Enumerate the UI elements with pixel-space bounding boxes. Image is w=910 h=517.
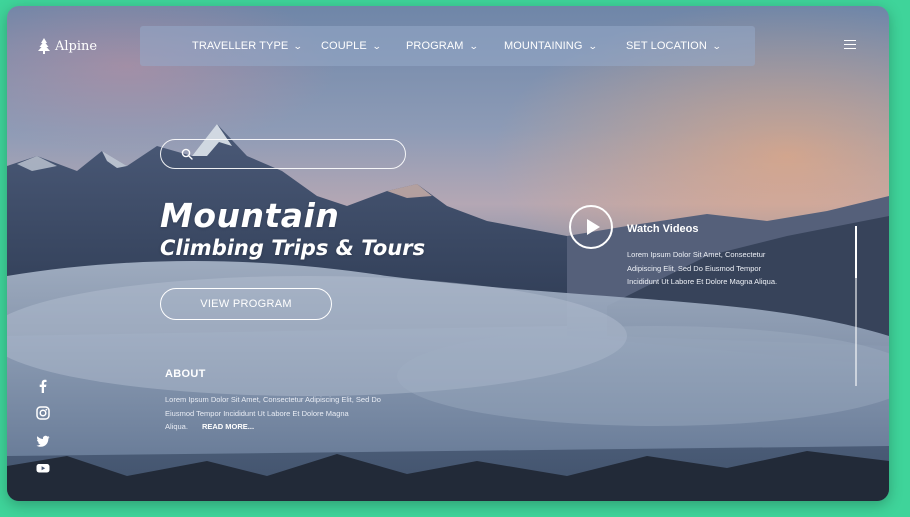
nav-item-mountaining[interactable]: MOUNTAINING ⌄ bbox=[504, 26, 598, 66]
nav-item-couple[interactable]: COUPLE ⌄ bbox=[321, 26, 382, 66]
hero-subtitle: Climbing Trips & Tours bbox=[160, 236, 426, 260]
top-navigation: TRAVELLER TYPE ⌄ COUPLE ⌄ PROGRAM ⌄ MOUNTAI… bbox=[140, 26, 755, 66]
scrollbar-thumb[interactable] bbox=[855, 226, 857, 278]
hero-frame: Alpine TRAVELLER TYPE ⌄ COUPLE ⌄ PROGRAM ⌄ … bbox=[7, 6, 889, 501]
twitter-icon[interactable] bbox=[36, 434, 50, 448]
play-icon bbox=[587, 219, 600, 235]
search-icon bbox=[181, 148, 193, 160]
brand-name: Alpine bbox=[55, 38, 98, 54]
nav-item-label: TRAVELLER TYPE bbox=[192, 40, 289, 52]
instagram-icon[interactable] bbox=[36, 406, 50, 420]
about-text: Lorem Ipsum Dolor Sit Amet, Consectetur … bbox=[165, 393, 400, 434]
nav-item-set-location[interactable]: SET LOCATION ⌄ bbox=[626, 26, 722, 66]
chevron-down-icon: ⌄ bbox=[711, 41, 722, 51]
nav-item-label: SET LOCATION bbox=[626, 40, 707, 52]
search-bar[interactable] bbox=[160, 139, 406, 169]
about-body: Lorem Ipsum Dolor Sit Amet, Consectetur … bbox=[165, 395, 381, 431]
watch-videos-text: Lorem Ipsum Dolor Sit Amet, Consectetur … bbox=[627, 250, 778, 286]
tree-icon bbox=[38, 38, 50, 54]
brand-logo[interactable]: Alpine bbox=[38, 38, 97, 54]
nav-item-program[interactable]: PROGRAM ⌄ bbox=[406, 26, 479, 66]
chevron-down-icon: ⌄ bbox=[468, 41, 479, 51]
nav-item-label: MOUNTAINING bbox=[504, 40, 583, 52]
search-input[interactable] bbox=[197, 145, 396, 165]
vertical-scrollbar[interactable] bbox=[855, 226, 857, 386]
read-more-link[interactable]: READ MORE... bbox=[202, 422, 254, 431]
watch-videos-heading: Watch Videos bbox=[627, 223, 699, 235]
nav-item-label: PROGRAM bbox=[406, 40, 464, 52]
hero-title: Mountain bbox=[160, 196, 340, 235]
about-heading: ABOUT bbox=[165, 368, 206, 380]
hamburger-menu-icon[interactable] bbox=[844, 40, 856, 50]
nav-item-label: COUPLE bbox=[321, 40, 367, 52]
chevron-down-icon: ⌄ bbox=[587, 41, 598, 51]
youtube-icon[interactable] bbox=[36, 461, 50, 475]
view-program-button[interactable]: VIEW PROGRAM bbox=[160, 288, 332, 320]
chevron-down-icon: ⌄ bbox=[371, 41, 382, 51]
nav-item-traveller-type[interactable]: TRAVELLER TYPE ⌄ bbox=[192, 26, 304, 66]
facebook-icon[interactable] bbox=[36, 379, 50, 393]
play-video-button[interactable] bbox=[569, 205, 613, 249]
chevron-down-icon: ⌄ bbox=[293, 41, 304, 51]
